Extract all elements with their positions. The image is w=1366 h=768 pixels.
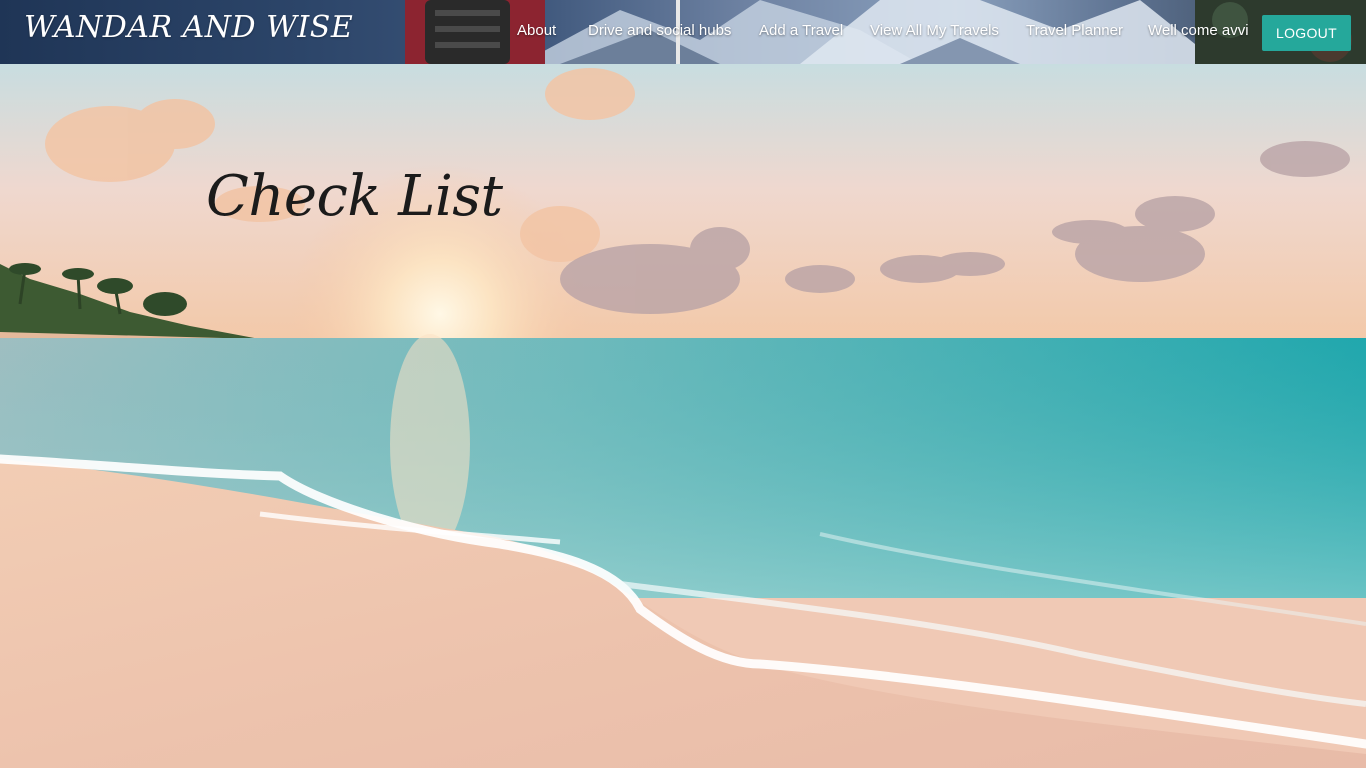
navbar: WANDAR AND WISE About Drive and social h…: [0, 0, 1366, 64]
logout-button[interactable]: LOGOUT: [1262, 15, 1351, 51]
nav-menu: About Drive and social hubs Add a Travel…: [0, 0, 1366, 64]
nav-link-add-travel[interactable]: Add a Travel: [759, 22, 843, 39]
beach-sunset-image: [0, 64, 1366, 768]
nav-link-about[interactable]: About: [517, 22, 556, 39]
page-title: Check List: [206, 164, 503, 229]
hero-background: Check List: [0, 64, 1366, 768]
nav-user-greeting[interactable]: Well come avvi: [1148, 22, 1249, 39]
nav-link-drive-social-hubs[interactable]: Drive and social hubs: [588, 22, 731, 39]
nav-link-view-all-travels[interactable]: View All My Travels: [870, 22, 999, 39]
nav-link-travel-planner[interactable]: Travel Planner: [1026, 22, 1123, 39]
